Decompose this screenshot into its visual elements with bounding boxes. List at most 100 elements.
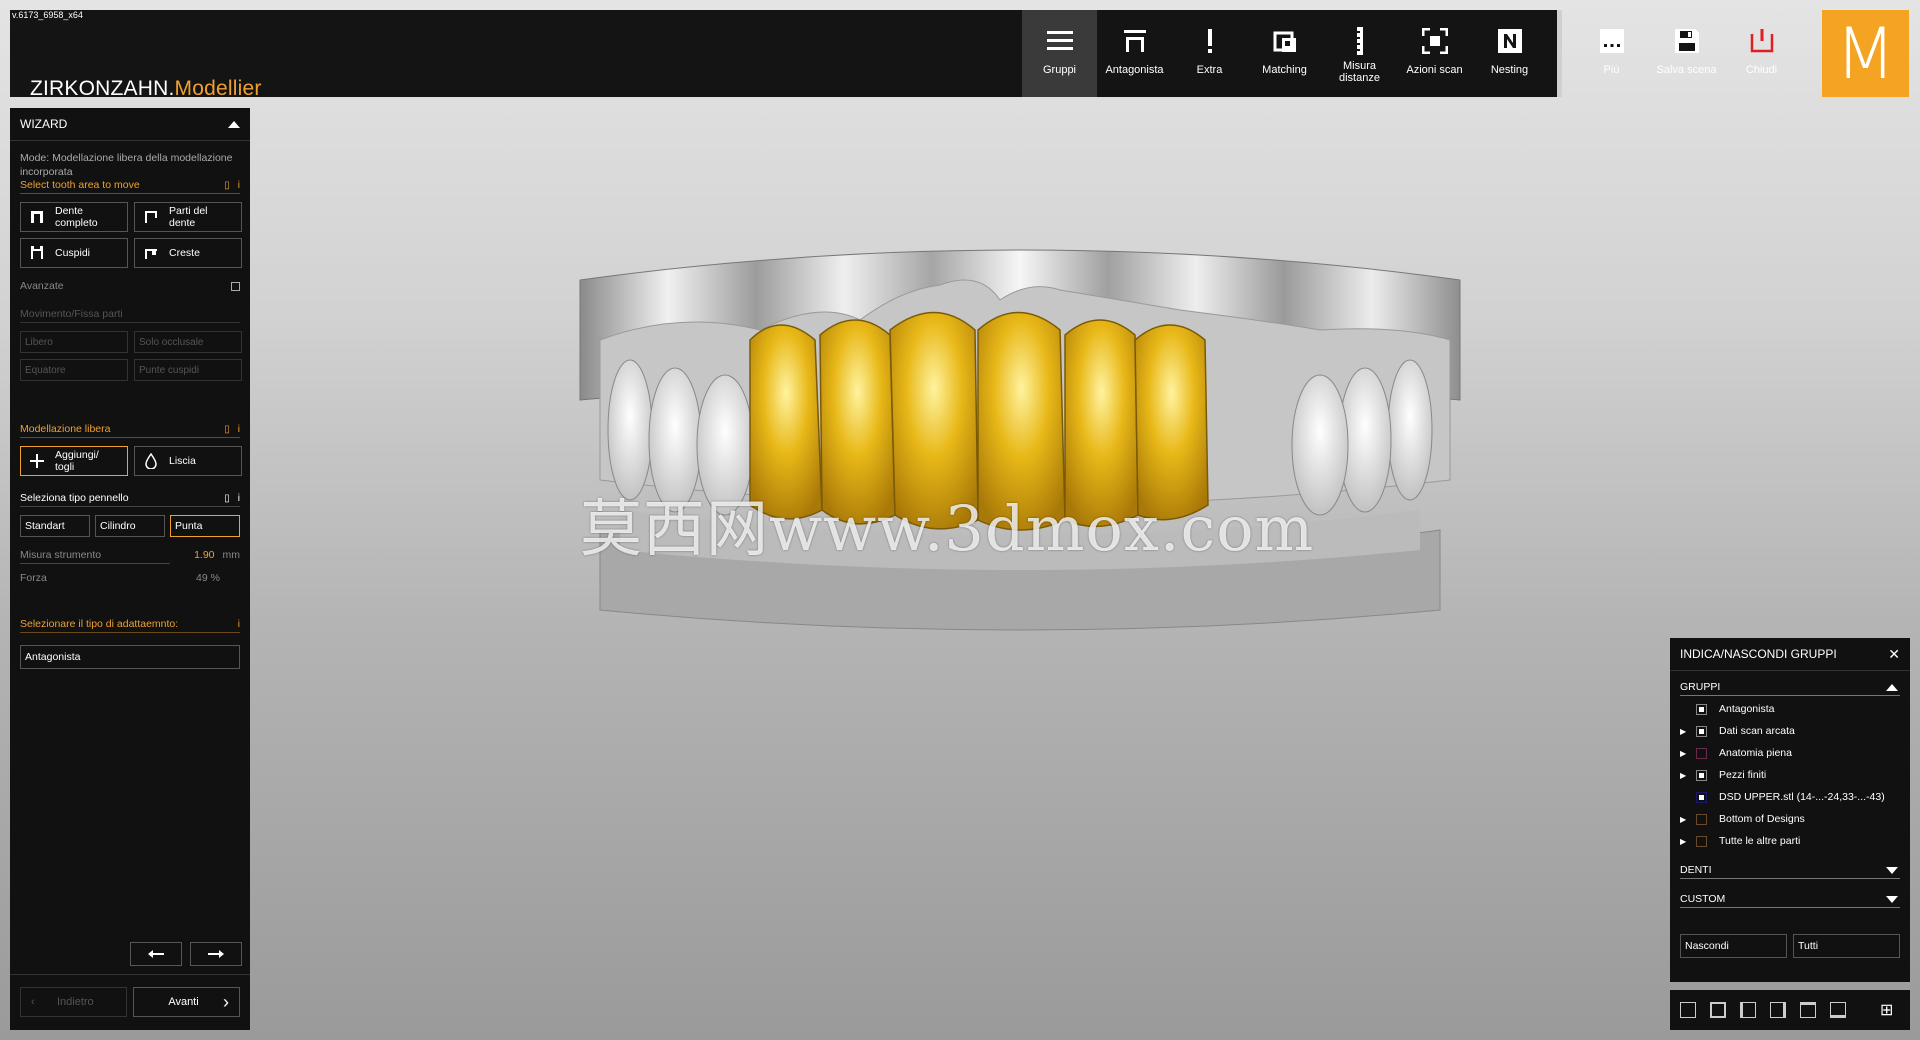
tool-azioni-scan[interactable]: Azioni scan	[1397, 10, 1472, 97]
tool-gruppi[interactable]: Gruppi	[1022, 10, 1097, 97]
tool-nesting[interactable]: Nesting	[1472, 10, 1547, 97]
tool-antagonista[interactable]: Antagonista	[1097, 10, 1172, 97]
tool-salva-scena[interactable]: Salva scena	[1649, 10, 1724, 97]
all-button[interactable]: Tutti	[1793, 934, 1900, 958]
group-item-dati-scan[interactable]: ▶ Dati scan arcata	[1670, 720, 1910, 742]
tool-misura-distanze[interactable]: Misura distanze	[1322, 10, 1397, 97]
toolbar-separator	[1557, 10, 1562, 97]
group-item-antagonista[interactable]: Antagonista	[1670, 698, 1910, 720]
wizard-header[interactable]: WIZARD	[10, 108, 250, 141]
cuspidi-button[interactable]: Cuspidi	[20, 238, 128, 268]
tool-matching[interactable]: Matching	[1247, 10, 1322, 97]
group-checkbox[interactable]	[1696, 747, 1707, 759]
parti-dente-button[interactable]: Parti del dente	[134, 202, 242, 232]
force-slider[interactable]: Forza 49 %	[20, 572, 240, 584]
nesting-icon	[1495, 26, 1525, 56]
tool-size-track[interactable]	[20, 563, 170, 564]
scan-icon	[1420, 26, 1450, 56]
groups-title: INDICA/NASCONDI GRUPPI	[1680, 647, 1837, 661]
ruler-icon	[1345, 26, 1375, 56]
info-icon[interactable]: i	[238, 180, 240, 191]
info-icon[interactable]: i	[238, 424, 240, 435]
info-icon[interactable]: i	[238, 493, 240, 504]
denti-section-header[interactable]: DENTI	[1680, 864, 1900, 879]
group-item-altre-parti[interactable]: ▶ Tutte le altre parti	[1670, 830, 1910, 852]
group-item-pezzi-finiti[interactable]: ▶ Pezzi finiti	[1670, 764, 1910, 786]
hide-button[interactable]: Nascondi	[1680, 934, 1787, 958]
brand-accent: Modellier	[174, 77, 262, 100]
pin-icon[interactable]: ▯	[224, 180, 230, 191]
info-icon[interactable]: i	[238, 619, 240, 630]
group-item-anatomia-piena[interactable]: ▶ Anatomia piena	[1670, 742, 1910, 764]
mode-text: Mode: Modellazione libera della modellaz…	[20, 152, 233, 178]
secondary-toolbar: Più Salva scena Chiudi	[1574, 10, 1799, 97]
version-label: v.6173_6958_x64	[12, 10, 83, 20]
tool-chiudi[interactable]: Chiudi	[1724, 10, 1799, 97]
group-checkbox[interactable]	[1696, 725, 1707, 737]
advanced-checkbox[interactable]	[231, 281, 240, 291]
back-button[interactable]: ‹ Indietro	[20, 987, 127, 1017]
cilindro-brush-button[interactable]: Cilindro	[95, 515, 165, 537]
tooth-parts-icon	[143, 209, 159, 225]
expand-arrow-icon[interactable]: ▶	[1680, 771, 1696, 780]
custom-section-header[interactable]: CUSTOM	[1680, 893, 1900, 908]
menu-icon	[1045, 26, 1075, 56]
select-area-title: Select tooth area to move ▯ i	[20, 179, 240, 194]
add-view-icon[interactable]: ⊞	[1880, 1000, 1893, 1020]
expand-arrow-icon[interactable]: ▶	[1680, 727, 1696, 736]
adapt-type-select[interactable]: Antagonista	[20, 645, 240, 669]
group-checkbox[interactable]	[1696, 769, 1707, 781]
close-icon[interactable]: ✕	[1888, 646, 1900, 663]
groups-section-header[interactable]: GRUPPI	[1680, 681, 1900, 696]
expand-arrow-icon[interactable]: ▶	[1680, 837, 1696, 846]
expand-icon[interactable]	[1886, 895, 1898, 903]
redo-button[interactable]	[190, 942, 242, 966]
app-brand: ZIRKONZAHN.Modellier	[30, 78, 262, 100]
liscia-button[interactable]: Liscia	[134, 446, 242, 476]
punta-brush-button[interactable]: Punta	[170, 515, 240, 537]
brand-main: ZIRKONZAHN.	[30, 77, 175, 100]
collapse-icon[interactable]	[1886, 683, 1898, 691]
view-back-icon[interactable]	[1710, 1002, 1726, 1018]
creste-button[interactable]: Creste	[134, 238, 242, 268]
matching-icon	[1270, 26, 1300, 56]
force-label: Forza	[20, 572, 47, 584]
groups-list: Antagonista ▶ Dati scan arcata ▶ Anatomi…	[1670, 698, 1910, 852]
movement-label: Movimento/Fissa parti	[20, 308, 240, 323]
next-button[interactable]: Avanti ›	[133, 987, 240, 1017]
wizard-title: WIZARD	[20, 117, 68, 131]
equatore-button[interactable]: Equatore	[20, 359, 128, 381]
group-item-dsd-upper[interactable]: DSD UPPER.stl (14-...-24,33-...-43)	[1670, 786, 1910, 808]
view-front-icon[interactable]	[1680, 1002, 1696, 1018]
libero-button[interactable]: Libero	[20, 331, 128, 353]
dente-completo-button[interactable]: Dente completo	[20, 202, 128, 232]
view-bottom-icon[interactable]	[1830, 1002, 1846, 1018]
punte-cuspidi-button[interactable]: Punte cuspidi	[134, 359, 242, 381]
expand-icon[interactable]	[1886, 866, 1898, 874]
app-logo[interactable]: M	[1822, 10, 1909, 97]
group-item-bottom-designs[interactable]: ▶ Bottom of Designs	[1670, 808, 1910, 830]
group-checkbox[interactable]	[1696, 813, 1707, 825]
power-icon	[1747, 26, 1777, 56]
view-left-icon[interactable]	[1740, 1002, 1756, 1018]
standart-brush-button[interactable]: Standart	[20, 515, 90, 537]
group-checkbox[interactable]	[1696, 703, 1707, 715]
tool-piu[interactable]: Più	[1574, 10, 1649, 97]
aggiungi-togli-button[interactable]: Aggiungi/ togli	[20, 446, 128, 476]
pin-icon[interactable]: ▯	[224, 493, 230, 504]
expand-arrow-icon[interactable]: ▶	[1680, 749, 1696, 758]
collapse-icon[interactable]	[228, 120, 240, 128]
tool-size-slider[interactable]: Misura strumento 1.90 mm	[20, 549, 240, 561]
solo-occlusale-button[interactable]: Solo occlusale	[134, 331, 242, 353]
tool-extra[interactable]: Extra	[1172, 10, 1247, 97]
dental-model[interactable]	[560, 230, 1480, 650]
pin-icon[interactable]: ▯	[224, 424, 230, 435]
group-checkbox[interactable]	[1696, 791, 1707, 803]
view-top-icon[interactable]	[1800, 1002, 1816, 1018]
group-checkbox[interactable]	[1696, 835, 1707, 847]
more-icon	[1597, 26, 1627, 56]
view-right-icon[interactable]	[1770, 1002, 1786, 1018]
expand-arrow-icon[interactable]: ▶	[1680, 815, 1696, 824]
undo-button[interactable]	[130, 942, 182, 966]
3d-viewport[interactable]	[560, 230, 1480, 650]
